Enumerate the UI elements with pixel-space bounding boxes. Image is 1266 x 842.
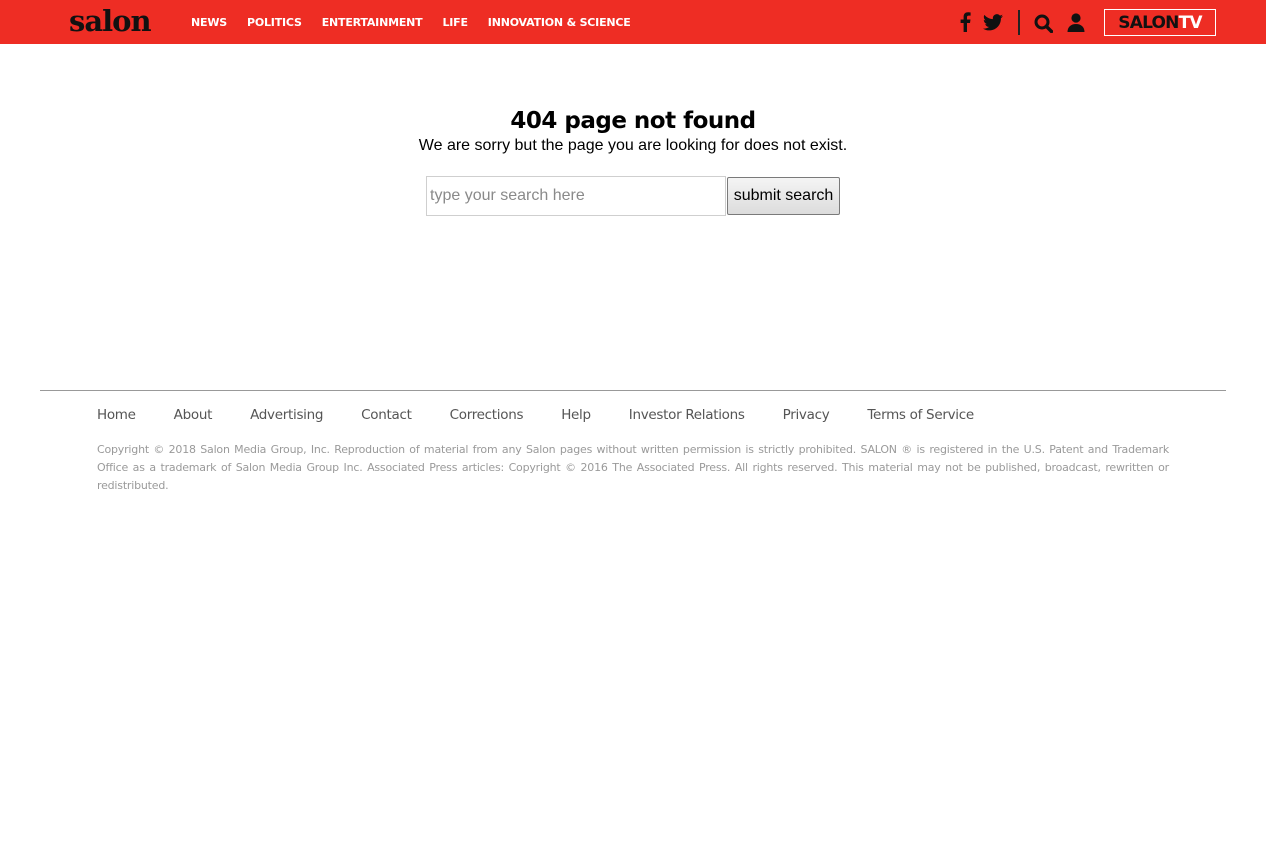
error-message: We are sorry but the page you are lookin…: [418, 137, 848, 154]
footer-nav: Home About Advertising Contact Correctio…: [97, 407, 1012, 423]
main-nav: NEWS POLITICS ENTERTAINMENT LIFE INNOVAT…: [191, 0, 651, 44]
salontv-part2: TV: [1178, 12, 1203, 33]
salon-tv-button[interactable]: SALON TV: [1104, 9, 1216, 36]
footer-link-terms-of-service[interactable]: Terms of Service: [867, 407, 974, 423]
nav-life[interactable]: LIFE: [442, 16, 468, 29]
submit-search-button[interactable]: submit search: [727, 177, 840, 215]
page-title: 404 page not found: [510, 108, 756, 134]
footer-link-advertising[interactable]: Advertising: [250, 407, 323, 423]
search-icon[interactable]: [1034, 14, 1053, 33]
footer-link-contact[interactable]: Contact: [361, 407, 412, 423]
footer-link-privacy[interactable]: Privacy: [783, 407, 830, 423]
nav-innovation-science[interactable]: INNOVATION & SCIENCE: [488, 16, 631, 29]
salon-logo[interactable]: salon: [69, 3, 152, 39]
site-header: salon NEWS POLITICS ENTERTAINMENT LIFE I…: [0, 0, 1266, 44]
nav-entertainment[interactable]: ENTERTAINMENT: [322, 16, 423, 29]
footer-link-corrections[interactable]: Corrections: [450, 407, 524, 423]
salontv-part1: SALON: [1118, 12, 1179, 33]
facebook-icon[interactable]: [959, 12, 971, 32]
copyright-text: Copyright © 2018 Salon Media Group, Inc.…: [97, 443, 1169, 492]
nav-news[interactable]: NEWS: [191, 16, 227, 29]
nav-politics[interactable]: POLITICS: [247, 16, 302, 29]
search-input[interactable]: [426, 176, 726, 216]
footer-link-about[interactable]: About: [174, 407, 213, 423]
user-icon[interactable]: [1067, 13, 1085, 32]
footer-link-home[interactable]: Home: [97, 407, 136, 423]
footer-divider: [40, 390, 1226, 391]
twitter-icon[interactable]: [983, 14, 1003, 31]
footer-link-investor-relations[interactable]: Investor Relations: [629, 407, 745, 423]
footer-link-help[interactable]: Help: [561, 407, 591, 423]
header-divider: [1018, 10, 1020, 35]
